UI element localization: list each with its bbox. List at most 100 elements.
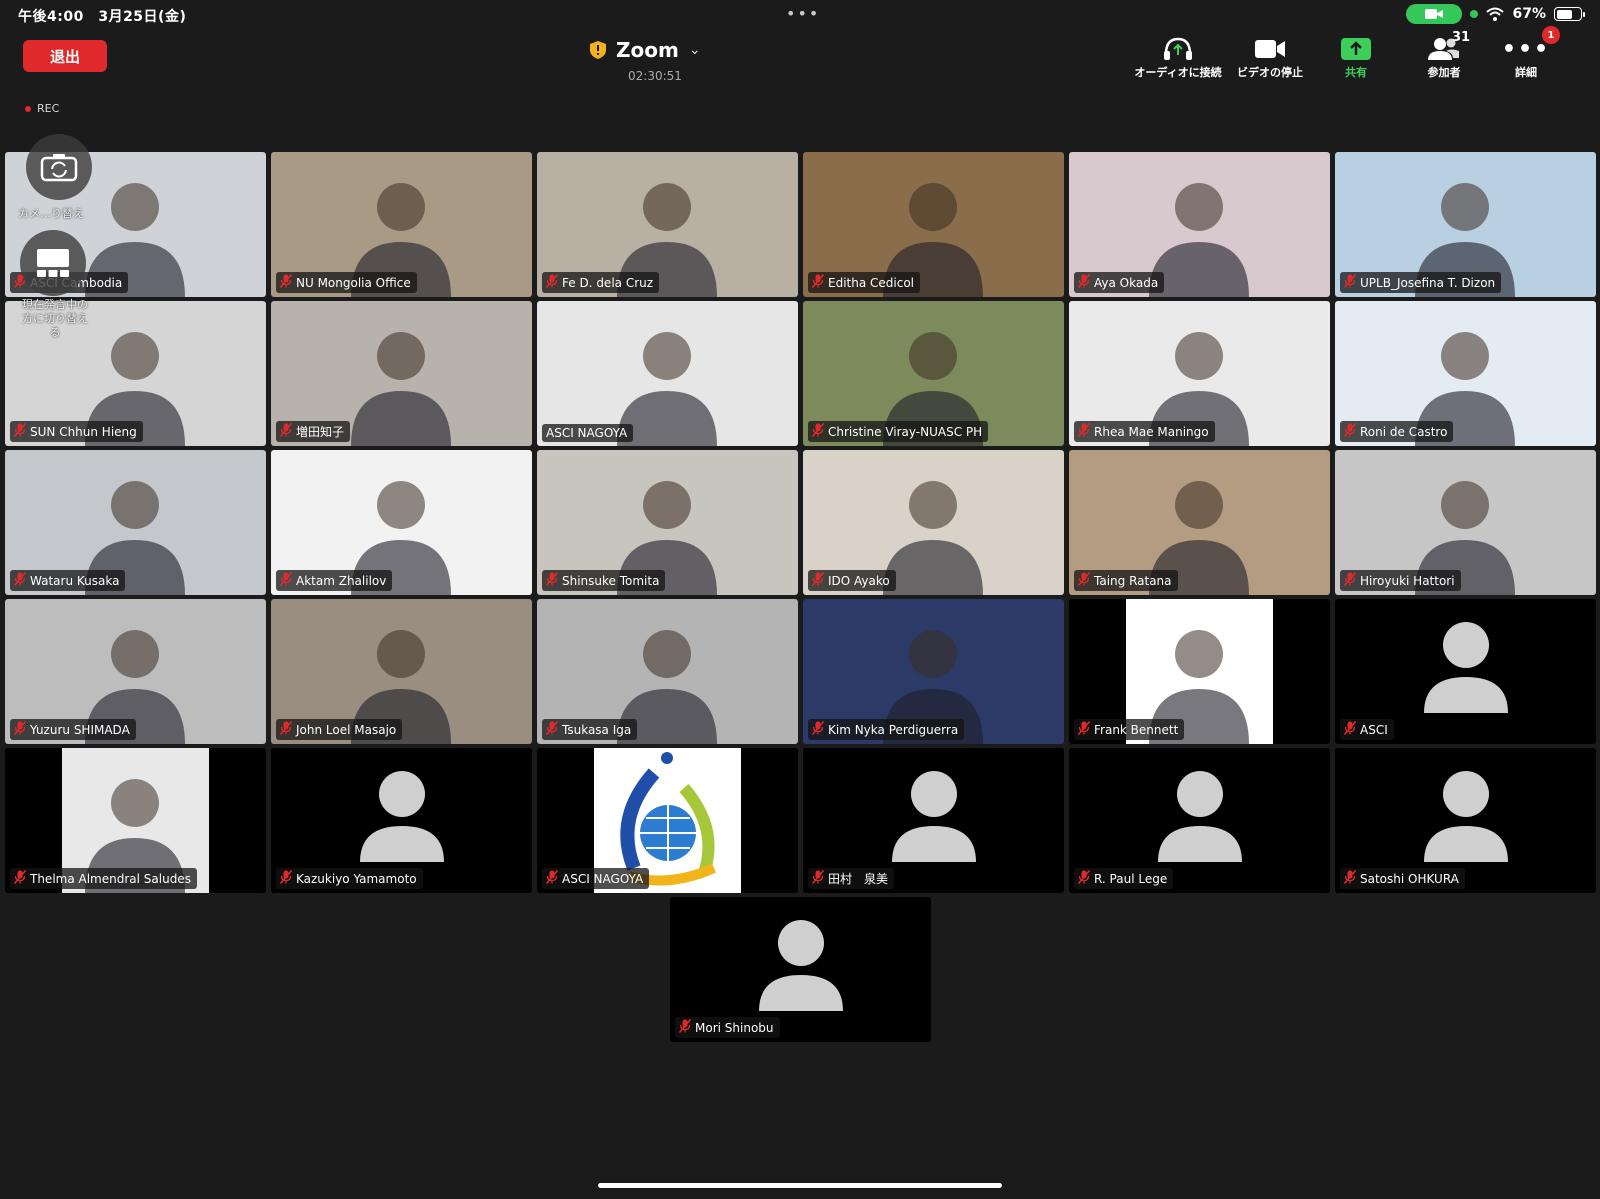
participant-tile[interactable]: Aktam Zhalilov	[271, 450, 532, 595]
battery-fill	[1556, 9, 1572, 19]
participant-name: ASCI	[1360, 722, 1388, 737]
mic-muted-icon	[545, 572, 559, 589]
mic-muted-icon	[811, 423, 825, 440]
mic-muted-icon	[811, 870, 825, 887]
participant-tile[interactable]: Kim Nyka Perdiguerra	[803, 599, 1064, 744]
share-button[interactable]: 共有	[1306, 34, 1406, 80]
participant-tile[interactable]: Yuzuru SHIMADA	[5, 599, 266, 744]
multitask-dots-icon[interactable]: •••	[786, 4, 820, 23]
rec-dot-icon	[25, 105, 31, 112]
participant-tile[interactable]: UPLB_Josefina T. Dizon	[1335, 152, 1596, 297]
mic-muted-icon	[678, 1019, 692, 1036]
participant-tile[interactable]: 増田知子	[271, 301, 532, 446]
participant-name-tag: Hiroyuki Hattori	[1340, 570, 1461, 591]
participant-tile[interactable]: Fe D. dela Cruz	[537, 152, 798, 297]
participant-name: SUN Chhun Hieng	[30, 424, 137, 439]
participant-name-tag: Shinsuke Tomita	[542, 570, 666, 591]
participant-name: Rhea Mae Maningo	[1094, 424, 1209, 439]
default-avatar-icon	[756, 915, 846, 1015]
speaker-view-icon	[37, 249, 69, 277]
mic-muted-icon	[279, 721, 293, 738]
participant-tile[interactable]: John Loel Masajo	[271, 599, 532, 744]
participant-name-tag: Aktam Zhalilov	[276, 570, 393, 591]
participant-tile[interactable]: 田村 泉美	[803, 748, 1064, 893]
recording-indicator: REC	[25, 102, 59, 115]
participant-tile[interactable]: Aya Okada	[1069, 152, 1330, 297]
participant-tile[interactable]: Hiroyuki Hattori	[1335, 450, 1596, 595]
participant-name-tag: SUN Chhun Hieng	[10, 421, 143, 442]
mic-muted-icon	[545, 721, 559, 738]
participant-tile[interactable]: ASCI NAGOYA	[537, 301, 798, 446]
home-indicator[interactable]	[598, 1183, 1002, 1188]
leave-button[interactable]: 退出	[23, 40, 107, 72]
participant-tile[interactable]: IDO Ayako	[803, 450, 1064, 595]
meeting-title-button[interactable]: Zoom ⌄	[590, 38, 720, 62]
participant-tile[interactable]: Shinsuke Tomita	[537, 450, 798, 595]
audio-connect-button[interactable]: オーディオに接続	[1128, 34, 1228, 80]
mic-muted-icon	[279, 423, 293, 440]
participant-name: Satoshi OHKURA	[1360, 871, 1459, 886]
mic-muted-icon	[1077, 870, 1091, 887]
participant-name-tag: ASCI NAGOYA	[542, 868, 650, 889]
mic-muted-icon	[13, 423, 27, 440]
mic-muted-icon	[811, 274, 825, 291]
participant-tile[interactable]: ASCI NAGOYA	[537, 748, 798, 893]
participant-name: Mori Shinobu	[695, 1020, 774, 1035]
participant-tile[interactable]: ASCI	[1335, 599, 1596, 744]
participant-tile[interactable]: Kazukiyo Yamamoto	[271, 748, 532, 893]
mic-muted-icon	[279, 274, 293, 291]
participant-name-tag: Rhea Mae Maningo	[1074, 421, 1215, 442]
participant-name-tag: Kazukiyo Yamamoto	[276, 868, 423, 889]
status-right: 67%	[1406, 4, 1585, 24]
switch-speaker-view-label: 現在発言中の方に切り替える	[22, 298, 88, 339]
participant-name-tag: Frank Bennett	[1074, 719, 1185, 740]
stop-video-button[interactable]: ビデオの停止	[1220, 34, 1320, 80]
participant-name-tag: Yuzuru SHIMADA	[10, 719, 136, 740]
participant-name: Shinsuke Tomita	[562, 573, 660, 588]
switch-camera-label: カメ…り替え	[18, 207, 84, 220]
participant-tile[interactable]: R. Paul Lege	[1069, 748, 1330, 893]
camera-in-use-icon	[1406, 4, 1463, 24]
participant-name: Frank Bennett	[1094, 722, 1179, 737]
participant-tile[interactable]: Tsukasa Iga	[537, 599, 798, 744]
participant-name: John Loel Masajo	[296, 722, 397, 737]
headphones-icon	[1164, 37, 1192, 60]
participant-tile[interactable]: Mori Shinobu	[670, 897, 931, 1042]
participant-tile[interactable]: Frank Bennett	[1069, 599, 1330, 744]
participant-name-tag: Taing Ratana	[1074, 570, 1178, 591]
participant-tile[interactable]: Roni de Castro	[1335, 301, 1596, 446]
participant-name: 田村 泉美	[828, 872, 889, 886]
wifi-icon	[1486, 7, 1505, 21]
participant-name-tag: 田村 泉美	[808, 868, 895, 889]
participants-count: 31	[1452, 30, 1471, 45]
battery-icon	[1554, 7, 1585, 21]
mic-muted-icon	[13, 572, 27, 589]
video-camera-icon	[1255, 40, 1285, 58]
participant-name: Hiroyuki Hattori	[1360, 573, 1455, 588]
participant-tile[interactable]: Taing Ratana	[1069, 450, 1330, 595]
participant-name-tag: ASCI	[1340, 719, 1394, 740]
participant-name-tag: UPLB_Josefina T. Dizon	[1340, 272, 1502, 293]
switch-speaker-view-button[interactable]	[20, 230, 86, 296]
more-button[interactable]: ••• 1 詳細	[1476, 26, 1576, 80]
mic-muted-icon	[279, 870, 293, 887]
switch-camera-button[interactable]	[26, 134, 92, 200]
share-screen-icon	[1341, 38, 1371, 60]
participant-name: UPLB_Josefina T. Dizon	[1360, 275, 1496, 290]
participant-tile[interactable]: Christine Viray-NUASC PH	[803, 301, 1064, 446]
participant-name-tag: Fe D. dela Cruz	[542, 272, 660, 293]
participant-tile[interactable]: Satoshi OHKURA	[1335, 748, 1596, 893]
default-avatar-icon	[1421, 617, 1511, 717]
mic-muted-icon	[1343, 572, 1357, 589]
participant-tile[interactable]: Thelma Almendral Saludes	[5, 748, 266, 893]
chevron-down-icon: ⌄	[688, 42, 701, 58]
participant-tile[interactable]: Wataru Kusaka	[5, 450, 266, 595]
participant-tile[interactable]: Rhea Mae Maningo	[1069, 301, 1330, 446]
participant-tile[interactable]: NU Mongolia Office	[271, 152, 532, 297]
participant-tile[interactable]: Editha Cedicol	[803, 152, 1064, 297]
default-avatar-icon	[1421, 766, 1511, 866]
participant-name: Fe D. dela Cruz	[562, 275, 654, 290]
participant-name-tag: Christine Viray-NUASC PH	[808, 421, 989, 442]
meeting-timer: 02:30:51	[628, 69, 682, 83]
participant-name: Thelma Almendral Saludes	[30, 871, 191, 886]
